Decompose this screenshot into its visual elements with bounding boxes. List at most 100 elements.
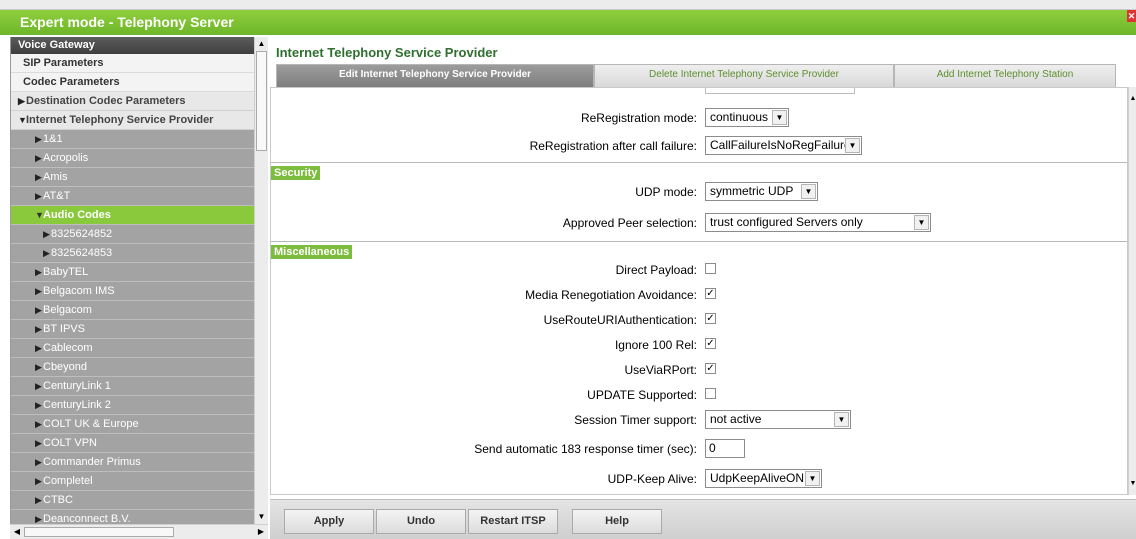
miscellaneous-section: Miscellaneous [271, 241, 1127, 259]
approved-peer-select[interactable]: trust configured Servers only ▼ [705, 213, 931, 232]
sidebar-item[interactable]: ▶8325624852 [11, 225, 254, 244]
collapsed-arrow-icon[interactable]: ▶ [35, 415, 43, 434]
use-route-uri-label: UseRouteURIAuthentication: [543, 313, 697, 327]
sidebar-item[interactable]: ▶Completel [11, 472, 254, 491]
sidebar-item[interactable]: ▶COLT UK & Europe [11, 415, 254, 434]
tab-delete-itsp[interactable]: Delete Internet Telephony Service Provid… [594, 64, 894, 87]
sidebar-item[interactable]: ▶Belgacom [11, 301, 254, 320]
sidebar-list: SIP Parameters Codec Parameters ▶Destinati… [11, 54, 254, 524]
hscroll-thumb[interactable] [24, 527, 174, 537]
sidebar-item[interactable]: ▶AT&T [11, 187, 254, 206]
collapsed-arrow-icon[interactable]: ▶ [35, 168, 43, 187]
scroll-down-icon[interactable]: ▼ [1129, 480, 1136, 487]
sidebar-item[interactable]: ▼Audio Codes [11, 206, 254, 225]
reregistration-failure-label: ReRegistration after call failure: [529, 139, 697, 153]
sidebar-item-label: Acropolis [43, 152, 89, 164]
sidebar-item[interactable]: ▶8325624853 [11, 244, 254, 263]
expanded-arrow-icon[interactable]: ▼ [18, 111, 27, 130]
scroll-up-icon[interactable]: ▲ [256, 38, 267, 50]
reregistration-failure-select[interactable]: CallFailureIsNoRegFailure ▼ [705, 136, 862, 155]
collapsed-arrow-icon[interactable]: ▶ [35, 263, 43, 282]
security-section: Security [271, 162, 1127, 180]
sidebar-item-label: CTBC [43, 494, 73, 506]
form-vertical-scrollbar[interactable]: ▲ ▼ [1128, 87, 1136, 495]
auto-183-label: Send automatic 183 response timer (sec): [474, 442, 697, 456]
sidebar-item[interactable]: ▶BabyTEL [11, 263, 254, 282]
restart-itsp-button[interactable]: Restart ITSP [468, 509, 558, 534]
session-timer-select[interactable]: not active ▼ [705, 410, 851, 429]
collapsed-arrow-icon[interactable]: ▶ [35, 339, 43, 358]
collapsed-arrow-icon[interactable]: ▶ [35, 301, 43, 320]
collapsed-arrow-icon[interactable]: ▶ [35, 187, 43, 206]
sidebar-item-label: 8325624852 [51, 228, 113, 240]
collapsed-arrow-icon[interactable]: ▶ [35, 358, 43, 377]
collapsed-arrow-icon[interactable]: ▶ [35, 491, 43, 510]
ignore-100rel-checkbox[interactable]: ✓ [705, 338, 716, 349]
sidebar-item[interactable]: ▶1&1 [11, 130, 254, 149]
clipped-field [705, 88, 855, 94]
collapsed-arrow-icon[interactable]: ▶ [35, 453, 43, 472]
udp-mode-select[interactable]: symmetric UDP ▼ [705, 182, 818, 201]
scroll-thumb[interactable] [256, 51, 267, 151]
scroll-up-icon[interactable]: ▲ [1129, 95, 1136, 102]
sidebar-item-label: Belgacom IMS [43, 285, 115, 297]
direct-payload-checkbox[interactable] [705, 263, 716, 274]
miscellaneous-section-header: Miscellaneous [271, 245, 353, 259]
sidebar-horizontal-scrollbar[interactable]: ◀ ▶ [10, 524, 268, 539]
sidebar-header[interactable]: Voice Gateway [11, 37, 254, 54]
close-icon[interactable]: ✕ [1127, 10, 1136, 22]
use-route-uri-checkbox[interactable]: ✓ [705, 313, 716, 324]
tab-add-station[interactable]: Add Internet Telephony Station [894, 64, 1116, 87]
media-reneg-checkbox[interactable]: ✓ [705, 288, 716, 299]
collapsed-arrow-icon[interactable]: ▶ [35, 510, 43, 524]
reregistration-mode-select[interactable]: continuous ▼ [705, 108, 789, 127]
udp-mode-value: symmetric UDP [710, 184, 794, 198]
sidebar-item[interactable]: ▶Belgacom IMS [11, 282, 254, 301]
update-supported-checkbox[interactable] [705, 388, 716, 399]
sidebar-item[interactable]: ▶CenturyLink 1 [11, 377, 254, 396]
sidebar-item[interactable]: ▼Internet Telephony Service Provider [11, 111, 254, 130]
sidebar-item-label: Deanconnect B.V. [43, 513, 131, 524]
collapsed-arrow-icon[interactable]: ▶ [18, 92, 26, 111]
use-via-rport-checkbox[interactable]: ✓ [705, 363, 716, 374]
auto-183-input[interactable]: 0 [705, 439, 745, 458]
sidebar-item[interactable]: ▶CenturyLink 2 [11, 396, 254, 415]
scroll-left-icon[interactable]: ◀ [11, 526, 23, 538]
sidebar-item[interactable]: ▶Commander Primus [11, 453, 254, 472]
expanded-arrow-icon[interactable]: ▼ [35, 206, 44, 225]
scroll-right-icon[interactable]: ▶ [255, 526, 267, 538]
collapsed-arrow-icon[interactable]: ▶ [35, 130, 43, 149]
collapsed-arrow-icon[interactable]: ▶ [43, 244, 51, 263]
sidebar-item[interactable]: SIP Parameters [11, 54, 254, 73]
collapsed-arrow-icon[interactable]: ▶ [35, 377, 43, 396]
use-via-rport-label: UseViaRPort: [624, 363, 697, 377]
udp-keepalive-select[interactable]: UdpKeepAliveON ▼ [705, 469, 822, 488]
sidebar-item[interactable]: ▶BT IPVS [11, 320, 254, 339]
apply-button[interactable]: Apply [284, 509, 374, 534]
sidebar-item[interactable]: ▶Cbeyond [11, 358, 254, 377]
collapsed-arrow-icon[interactable]: ▶ [35, 396, 43, 415]
collapsed-arrow-icon[interactable]: ▶ [35, 434, 43, 453]
sidebar-item[interactable]: ▶COLT VPN [11, 434, 254, 453]
collapsed-arrow-icon[interactable]: ▶ [35, 149, 43, 168]
collapsed-arrow-icon[interactable]: ▶ [35, 320, 43, 339]
sidebar-item[interactable]: ▶CTBC [11, 491, 254, 510]
collapsed-arrow-icon[interactable]: ▶ [35, 472, 43, 491]
sidebar-item[interactable]: Codec Parameters [11, 73, 254, 92]
reregistration-failure-row: ReRegistration after call failure: CallF… [271, 135, 1127, 159]
udp-keepalive-row: UDP-Keep Alive: UdpKeepAliveON ▼ [271, 468, 1127, 492]
sidebar-item[interactable]: ▶Deanconnect B.V. [11, 510, 254, 524]
scroll-down-icon[interactable]: ▼ [256, 511, 267, 523]
collapsed-arrow-icon[interactable]: ▶ [43, 225, 51, 244]
tab-edit-itsp[interactable]: Edit Internet Telephony Service Provider [276, 64, 594, 87]
sidebar-item-label: Cbeyond [43, 361, 88, 373]
sidebar-item[interactable]: ▶Cablecom [11, 339, 254, 358]
sidebar-item[interactable]: ▶Amis [11, 168, 254, 187]
sidebar-vertical-scrollbar[interactable]: ▲ ▼ [254, 37, 268, 524]
undo-button[interactable]: Undo [376, 509, 466, 534]
help-button[interactable]: Help [572, 509, 662, 534]
sidebar-item-label: 8325624853 [51, 247, 113, 259]
sidebar-item[interactable]: ▶Destination Codec Parameters [11, 92, 254, 111]
sidebar-item[interactable]: ▶Acropolis [11, 149, 254, 168]
collapsed-arrow-icon[interactable]: ▶ [35, 282, 43, 301]
